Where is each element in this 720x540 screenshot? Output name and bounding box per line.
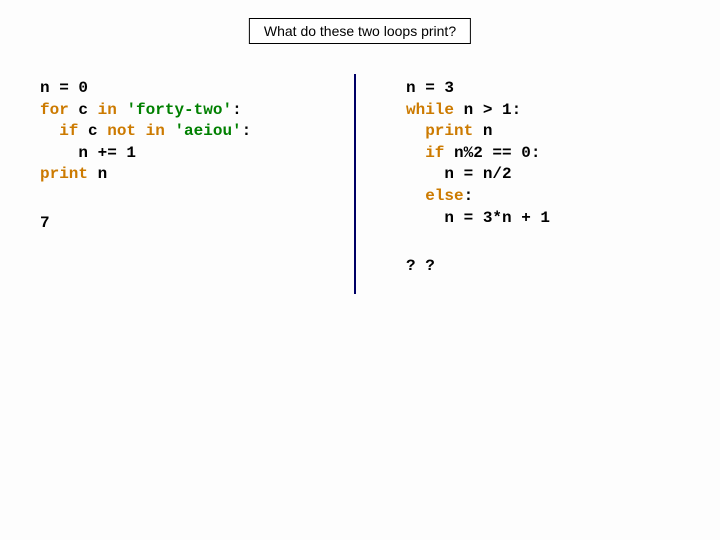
code-text: n	[88, 165, 107, 183]
str-forty-two: 'forty-two'	[126, 101, 232, 119]
kw-if: if	[425, 144, 444, 162]
code-indent	[40, 122, 59, 140]
left-answer: 7	[40, 214, 324, 232]
code-text	[165, 122, 175, 140]
code-text: n = 3*n + 1	[406, 209, 550, 227]
left-code: n = 0 for c in 'forty-two': if c not in …	[40, 78, 324, 186]
code-text: n = n/2	[406, 165, 512, 183]
code-indent	[406, 122, 425, 140]
kw-if: if	[59, 122, 78, 140]
kw-print: print	[425, 122, 473, 140]
right-column: n = 3 while n > 1: print n if n%2 == 0: …	[356, 70, 720, 294]
code-text: n += 1	[40, 144, 136, 162]
left-column: n = 0 for c in 'forty-two': if c not in …	[0, 70, 354, 294]
right-code: n = 3 while n > 1: print n if n%2 == 0: …	[406, 78, 690, 229]
code-indent	[406, 187, 425, 205]
kw-print: print	[40, 165, 88, 183]
code-text	[117, 101, 127, 119]
title-box: What do these two loops print?	[249, 18, 471, 44]
right-answer: ? ?	[406, 257, 690, 275]
title-text: What do these two loops print?	[264, 23, 456, 39]
code-text: c	[69, 101, 98, 119]
code-text: :	[464, 187, 474, 205]
code-text: c	[78, 122, 107, 140]
kw-else: else	[425, 187, 463, 205]
kw-while: while	[406, 101, 454, 119]
kw-not-in: not in	[107, 122, 165, 140]
kw-for: for	[40, 101, 69, 119]
code-text: n > 1:	[454, 101, 521, 119]
code-indent	[406, 144, 425, 162]
str-aeiou: 'aeiou'	[174, 122, 241, 140]
code-text: n	[473, 122, 492, 140]
code-text: :	[242, 122, 252, 140]
columns: n = 0 for c in 'forty-two': if c not in …	[0, 70, 720, 294]
code-text: n = 3	[406, 79, 454, 97]
kw-in: in	[98, 101, 117, 119]
code-text: n%2 == 0:	[444, 144, 540, 162]
code-text: :	[232, 101, 242, 119]
code-text: n = 0	[40, 79, 88, 97]
